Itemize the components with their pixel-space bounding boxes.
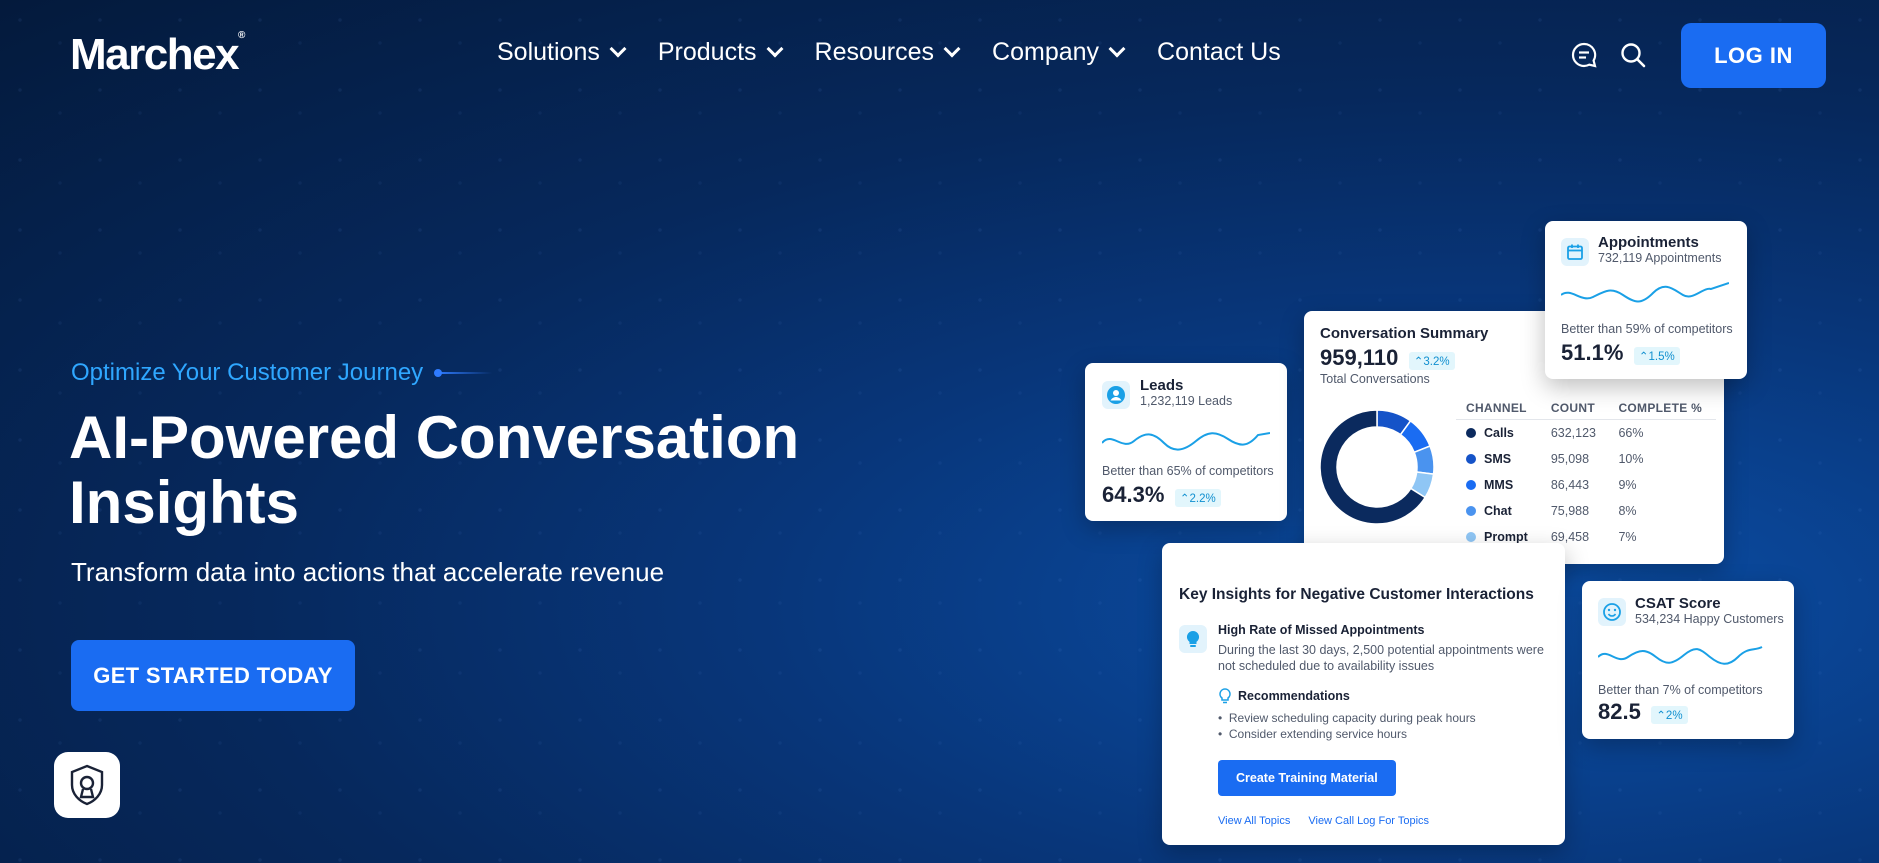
nav-label: Company (992, 38, 1100, 66)
recommendations-list: • Review scheduling capacity during peak… (1218, 710, 1476, 742)
get-started-button[interactable]: GET STARTED TODAY (71, 640, 355, 711)
legend-dot (1466, 480, 1476, 490)
metric-value: 82.5 (1598, 699, 1641, 724)
comparison-text: Better than 65% of competitors (1102, 464, 1274, 478)
column-header: COMPLETE % (1608, 397, 1716, 420)
list-item: • Consider extending service hours (1218, 727, 1407, 741)
insight-body: During the last 30 days, 2,500 potential… (1218, 643, 1544, 673)
nav-contact-us[interactable]: Contact Us (1157, 38, 1281, 67)
chevron-down-icon (609, 40, 627, 57)
card-subtitle: 1,232,119 Leads (1140, 394, 1233, 408)
leads-sparkline (1102, 432, 1270, 451)
key-insights-card: Key Insights for Negative Customer Inter… (1162, 543, 1565, 845)
shield-lock-icon (70, 764, 104, 806)
channel-table: CHANNEL COUNT COMPLETE % Calls 632,123 6… (1456, 397, 1716, 550)
nav-products[interactable]: Products (657, 38, 784, 67)
marchex-logo[interactable]: Marchex® (70, 30, 245, 80)
view-call-log-link[interactable]: View Call Log For Topics (1308, 815, 1429, 827)
card-title: Key Insights for Negative Customer Inter… (1179, 586, 1534, 603)
insight-links: View All Topics View Call Log For Topics (1218, 815, 1429, 827)
lightbulb-icon (1179, 625, 1207, 653)
chevron-down-icon (1108, 40, 1126, 57)
appointments-sparkline (1561, 282, 1729, 303)
column-header: COUNT (1540, 397, 1609, 420)
search-icon[interactable] (1619, 41, 1647, 69)
table-row: MMS 86,443 9% (1456, 472, 1716, 498)
chevron-down-icon (766, 40, 784, 57)
leads-card: Leads 1,232,119 Leads Better than 65% of… (1085, 363, 1287, 521)
site-header: Marchex® Solutions Products Resources Co… (0, 0, 1879, 110)
column-header: CHANNEL (1456, 397, 1541, 420)
card-subtitle: 534,234 Happy Customers (1635, 612, 1784, 626)
insight-title: High Rate of Missed Appointments (1218, 623, 1425, 637)
card-title: Appointments (1598, 234, 1699, 251)
lightbulb-outline-icon (1219, 688, 1231, 704)
legend-dot (1466, 506, 1476, 516)
table-row: Chat 75,988 8% (1456, 498, 1716, 524)
hero-title: AI-Powered Conversation Insights (69, 404, 800, 536)
channel-donut-chart (1319, 409, 1435, 525)
card-title: CSAT Score (1635, 595, 1721, 612)
card-subtitle: 732,119 Appointments (1598, 251, 1722, 265)
metric-value: 959,110 (1320, 345, 1399, 370)
nav-solutions[interactable]: Solutions (497, 38, 627, 67)
csat-sparkline (1598, 646, 1763, 665)
nav-label: Resources (814, 38, 935, 66)
card-subtitle: Total Conversations (1320, 372, 1430, 386)
eyebrow-text: Optimize Your Customer Journey (71, 359, 424, 386)
view-all-topics-link[interactable]: View All Topics (1218, 815, 1290, 827)
user-icon (1102, 381, 1130, 409)
table-row: SMS 95,098 10% (1456, 446, 1716, 472)
nav-label: Solutions (497, 38, 600, 66)
hero-eyebrow: Optimize Your Customer Journey (71, 359, 493, 387)
table-row: Calls 632,123 66% (1456, 420, 1716, 447)
eyebrow-decoration (434, 369, 493, 377)
delta-badge: ⌃3.2% (1408, 351, 1455, 370)
nav-resources[interactable]: Resources (814, 38, 961, 67)
calendar-icon (1561, 238, 1589, 266)
metric-value: 51.1% (1561, 340, 1624, 365)
nav-label: Products (657, 38, 757, 66)
delta-badge: ⌃2.2% (1174, 488, 1221, 507)
legend-dot (1466, 454, 1476, 464)
csat-card: CSAT Score 534,234 Happy Customers Bette… (1582, 581, 1794, 739)
main-nav: Solutions Products Resources Company Con… (497, 38, 1281, 67)
delta-badge: ⌃1.5% (1633, 346, 1680, 365)
legend-dot (1466, 532, 1476, 542)
appointments-card: Appointments 732,119 Appointments Better… (1545, 221, 1747, 379)
login-button[interactable]: LOG IN (1681, 23, 1826, 88)
delta-badge: ⌃2% (1651, 705, 1688, 724)
comparison-text: Better than 59% of competitors (1561, 322, 1733, 336)
comparison-text: Better than 7% of competitors (1598, 683, 1763, 697)
card-title: Leads (1140, 377, 1184, 394)
nav-label: Contact Us (1157, 38, 1281, 66)
hero-subtitle: Transform data into actions that acceler… (71, 557, 665, 587)
chat-icon[interactable] (1570, 41, 1598, 69)
list-item: • Review scheduling capacity during peak… (1218, 711, 1476, 725)
nav-company[interactable]: Company (992, 38, 1126, 67)
create-training-material-button[interactable]: Create Training Material (1218, 760, 1396, 796)
security-badge[interactable] (54, 752, 120, 818)
legend-dot (1466, 428, 1476, 438)
chevron-down-icon (943, 40, 961, 57)
metric-value: 64.3% (1102, 482, 1165, 507)
card-title: Conversation Summary (1320, 325, 1489, 342)
recommendations-heading: Recommendations (1218, 688, 1350, 704)
smiley-icon (1598, 598, 1626, 626)
